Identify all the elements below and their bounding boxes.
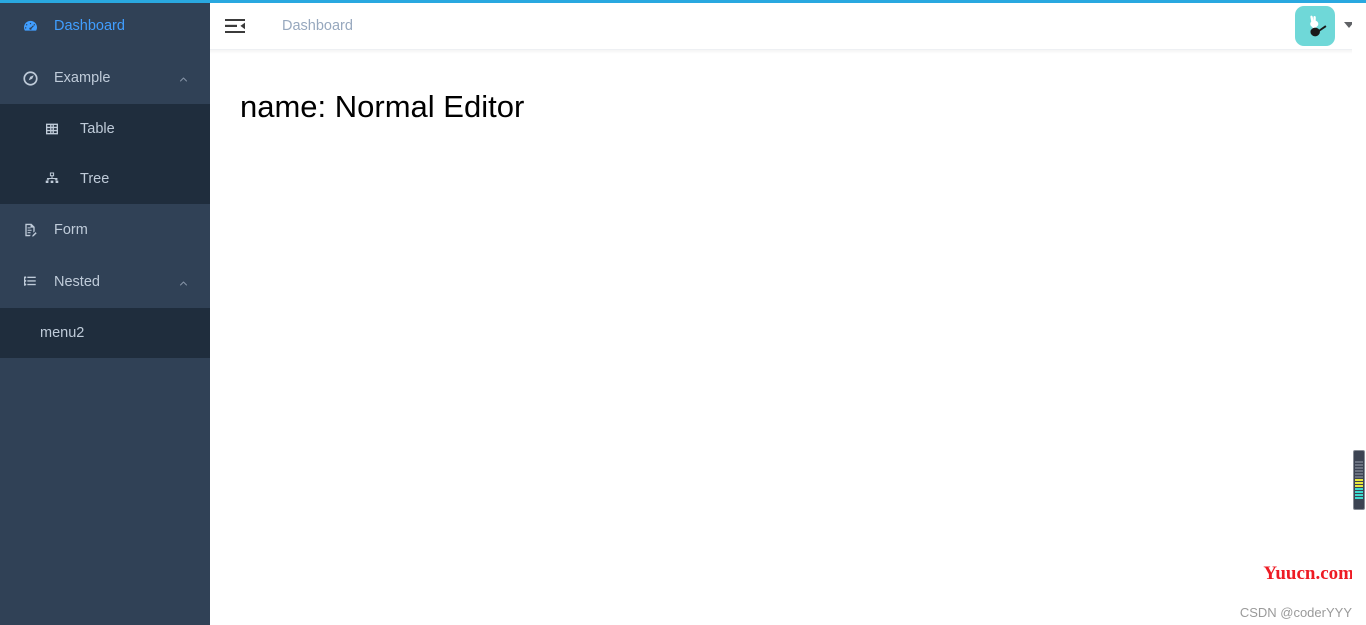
sidebar-item-form[interactable]: Form xyxy=(0,204,210,256)
header-shadow xyxy=(210,50,1366,54)
grid-icon xyxy=(42,119,62,139)
sidebar-item-label: Table xyxy=(80,120,115,137)
scrollbar-stripe xyxy=(1355,482,1363,484)
form-document-icon xyxy=(20,220,40,240)
sidebar-item-label: Form xyxy=(54,221,88,238)
vertical-scrollbar-thumb[interactable] xyxy=(1353,450,1365,510)
breadcrumb[interactable]: Dashboard xyxy=(282,18,353,34)
top-header: Dashboard xyxy=(210,3,1366,50)
scrollbar-stripe xyxy=(1355,476,1363,478)
compass-icon xyxy=(20,68,40,88)
sidebar-item-label: menu2 xyxy=(40,324,85,341)
chevron-up-icon xyxy=(179,75,188,84)
vertical-scrollbar-track[interactable] xyxy=(1352,0,1366,625)
sidebar-item-dashboard[interactable]: Dashboard xyxy=(0,0,210,52)
page-title: name: Normal Editor xyxy=(240,89,525,124)
top-progress-bar xyxy=(0,0,1366,3)
sidebar-item-table[interactable]: Table xyxy=(0,104,210,154)
sidebar-item-nested[interactable]: Nested xyxy=(0,256,210,308)
sidebar-item-label: Dashboard xyxy=(54,17,125,34)
scrollbar-stripe xyxy=(1355,491,1363,493)
scrollbar-stripe xyxy=(1355,479,1363,481)
scrollbar-stripe xyxy=(1355,473,1363,475)
scrollbar-stripe xyxy=(1355,485,1363,487)
scrollbar-stripe xyxy=(1355,470,1363,472)
sidebar-item-menu2[interactable]: menu2 xyxy=(0,308,210,358)
sidebar-item-label: Tree xyxy=(80,170,110,187)
chevron-up-icon xyxy=(179,279,188,288)
submenu-example: Table Tree xyxy=(0,104,210,204)
dashboard-icon xyxy=(20,16,40,36)
submenu-nested: menu2 xyxy=(0,308,210,358)
scrollbar-stripe xyxy=(1355,488,1363,490)
watermark-secondary: CSDN @coderYYY xyxy=(1239,605,1352,620)
scrollbar-stripe xyxy=(1355,467,1363,469)
sidebar-item-tree[interactable]: Tree xyxy=(0,154,210,204)
scrollbar-stripe xyxy=(1355,494,1363,496)
sidebar-item-example[interactable]: Example xyxy=(0,52,210,104)
scrollbar-stripe xyxy=(1355,464,1363,466)
watermark-primary: Yuucn.com xyxy=(1263,563,1354,584)
hamburger-collapse-icon[interactable] xyxy=(222,13,248,39)
sidebar-item-label: Nested xyxy=(54,273,100,290)
sitemap-icon xyxy=(42,169,62,189)
main-content: name: Normal Editor xyxy=(210,50,1366,625)
sidebar-item-label: Example xyxy=(54,69,111,86)
sidebar: Dashboard Example Table Tree Form Nested… xyxy=(0,0,210,625)
scrollbar-stripe xyxy=(1355,497,1363,499)
avatar[interactable] xyxy=(1295,6,1335,46)
scrollbar-stripe xyxy=(1355,461,1363,463)
nested-list-icon xyxy=(20,272,40,292)
